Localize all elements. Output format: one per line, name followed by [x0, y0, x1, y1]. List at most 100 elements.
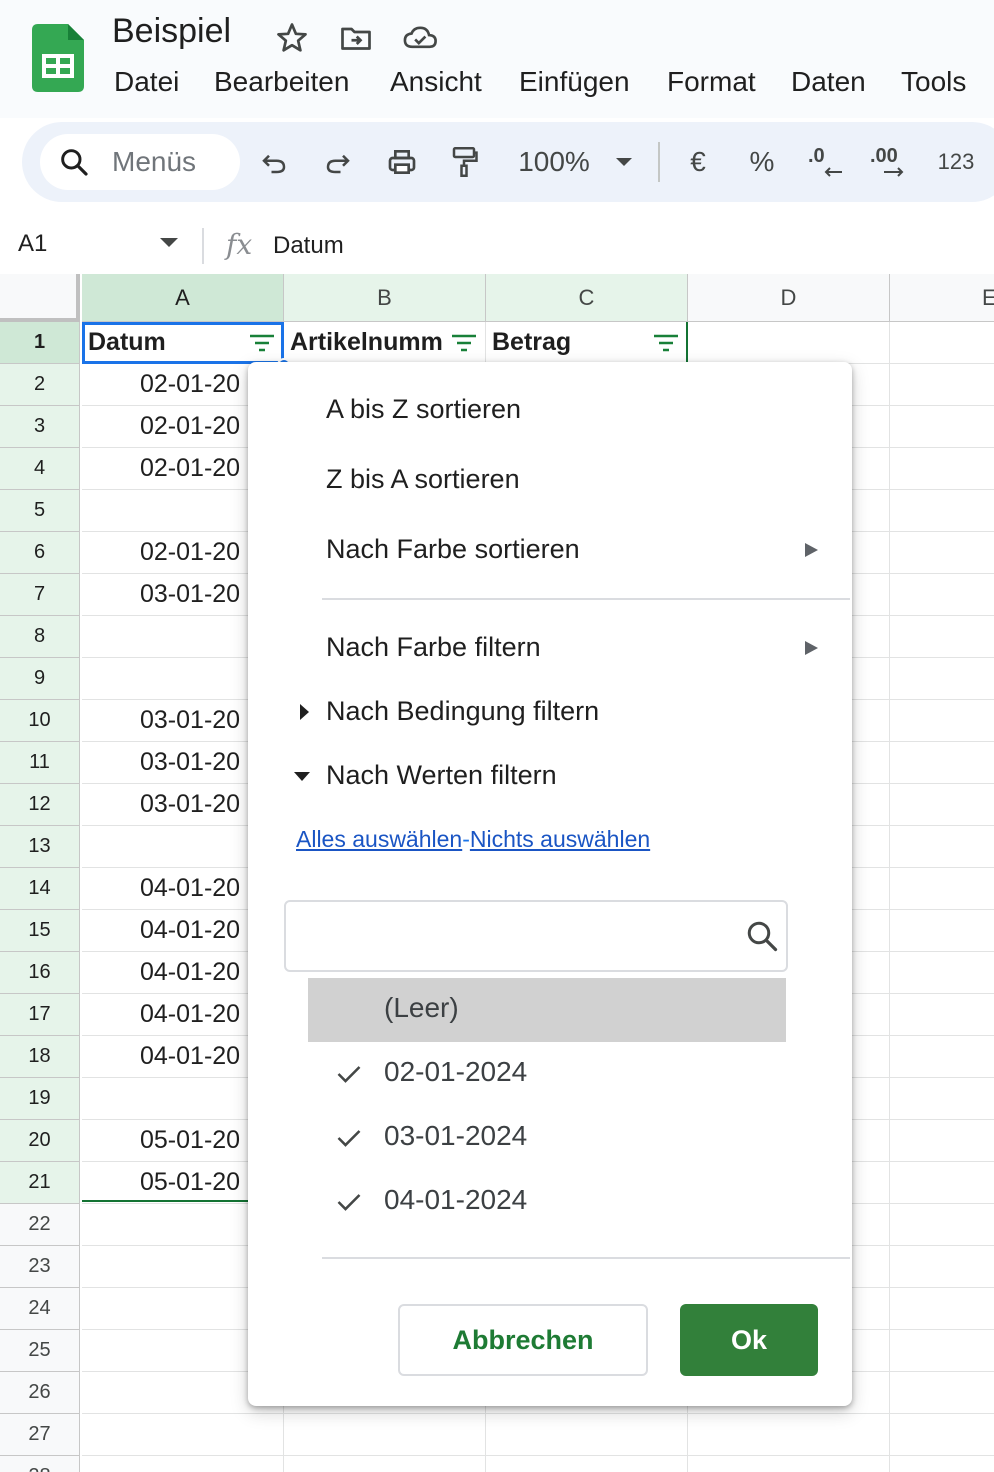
row-header-20[interactable]: 20	[0, 1120, 80, 1162]
cell-e12[interactable]	[890, 784, 994, 826]
row-header-21[interactable]: 21	[0, 1162, 80, 1204]
value-option-04-01-2024[interactable]: 04-01-2024	[308, 1170, 786, 1234]
cell-e17[interactable]	[890, 994, 994, 1036]
column-header-d[interactable]: D	[688, 274, 890, 322]
cell-e7[interactable]	[890, 574, 994, 616]
value-option-empty[interactable]: (Leer)	[308, 978, 786, 1042]
cell-c1[interactable]: Betrag	[486, 322, 688, 364]
menu-einfuegen[interactable]: Einfügen	[519, 66, 630, 98]
value-search-input[interactable]	[284, 900, 788, 972]
row-header-8[interactable]: 8	[0, 616, 80, 658]
collapse-caret-icon[interactable]	[294, 772, 310, 781]
row-header-24[interactable]: 24	[0, 1288, 80, 1330]
filter-by-values[interactable]: Nach Werten filtern	[326, 760, 557, 791]
row-header-27[interactable]: 27	[0, 1414, 80, 1456]
cell-e28[interactable]	[890, 1456, 994, 1472]
cell-e8[interactable]	[890, 616, 994, 658]
cancel-button[interactable]: Abbrechen	[398, 1304, 648, 1376]
cell-e15[interactable]	[890, 910, 994, 952]
row-header-26[interactable]: 26	[0, 1372, 80, 1414]
row-header-25[interactable]: 25	[0, 1330, 80, 1372]
row-header-13[interactable]: 13	[0, 826, 80, 868]
sort-z-to-a[interactable]: Z bis A sortieren	[326, 464, 520, 495]
row-header-14[interactable]: 14	[0, 868, 80, 910]
increase-decimals-button[interactable]: .00	[870, 142, 910, 182]
filter-icon[interactable]	[653, 334, 679, 352]
cell-e20[interactable]	[890, 1120, 994, 1162]
cell-b27[interactable]	[284, 1414, 486, 1456]
row-header-17[interactable]: 17	[0, 994, 80, 1036]
value-option-02-01-2024[interactable]: 02-01-2024	[308, 1042, 786, 1106]
filter-by-color[interactable]: Nach Farbe filtern	[326, 632, 541, 663]
row-header-7[interactable]: 7	[0, 574, 80, 616]
expand-caret-icon[interactable]	[300, 704, 309, 720]
cell-e24[interactable]	[890, 1288, 994, 1330]
move-to-folder-icon[interactable]	[338, 20, 374, 56]
row-header-9[interactable]: 9	[0, 658, 80, 700]
cell-e6[interactable]	[890, 532, 994, 574]
cell-e25[interactable]	[890, 1330, 994, 1372]
select-all-link[interactable]: Alles auswählen	[296, 826, 462, 852]
row-header-22[interactable]: 22	[0, 1204, 80, 1246]
menu-bearbeiten[interactable]: Bearbeiten	[214, 66, 349, 98]
menu-ansicht[interactable]: Ansicht	[390, 66, 482, 98]
name-box[interactable]: A1	[18, 230, 47, 258]
cell-a28[interactable]	[82, 1456, 284, 1472]
print-icon[interactable]	[382, 142, 422, 182]
column-header-e[interactable]: E	[890, 274, 994, 322]
paint-format-icon[interactable]	[446, 142, 482, 182]
zoom-select[interactable]: 100%	[514, 142, 594, 182]
filter-by-condition[interactable]: Nach Bedingung filtern	[326, 696, 599, 727]
cell-e22[interactable]	[890, 1204, 994, 1246]
cell-e2[interactable]	[890, 364, 994, 406]
cell-e19[interactable]	[890, 1078, 994, 1120]
name-box-dropdown-icon[interactable]	[160, 238, 178, 247]
chevron-down-icon[interactable]	[612, 142, 636, 182]
cell-e14[interactable]	[890, 868, 994, 910]
cell-e4[interactable]	[890, 448, 994, 490]
document-title[interactable]: Beispiel	[112, 12, 231, 51]
cell-e1[interactable]	[890, 322, 994, 364]
cell-e10[interactable]	[890, 700, 994, 742]
cell-d28[interactable]	[688, 1456, 890, 1472]
row-header-10[interactable]: 10	[0, 700, 80, 742]
row-header-28[interactable]: 28	[0, 1456, 80, 1472]
cell-a27[interactable]	[82, 1414, 284, 1456]
cell-e3[interactable]	[890, 406, 994, 448]
cell-e27[interactable]	[890, 1414, 994, 1456]
column-header-c[interactable]: C	[486, 274, 688, 322]
row-header-23[interactable]: 23	[0, 1246, 80, 1288]
column-header-b[interactable]: B	[284, 274, 486, 322]
row-header-16[interactable]: 16	[0, 952, 80, 994]
cell-d27[interactable]	[688, 1414, 890, 1456]
column-header-a[interactable]: A	[82, 274, 284, 322]
decrease-decimals-button[interactable]: .0	[806, 142, 846, 182]
row-header-5[interactable]: 5	[0, 490, 80, 532]
star-icon[interactable]	[274, 20, 310, 56]
cell-e26[interactable]	[890, 1372, 994, 1414]
row-header-3[interactable]: 3	[0, 406, 80, 448]
cell-b1[interactable]: Artikelnumm	[284, 322, 486, 364]
cell-e23[interactable]	[890, 1246, 994, 1288]
formula-input[interactable]: Datum	[273, 232, 344, 260]
cell-b28[interactable]	[284, 1456, 486, 1472]
sort-a-to-z[interactable]: A bis Z sortieren	[326, 394, 521, 425]
menu-search[interactable]: Menüs	[40, 134, 240, 190]
cell-e9[interactable]	[890, 658, 994, 700]
cell-c28[interactable]	[486, 1456, 688, 1472]
row-header-15[interactable]: 15	[0, 910, 80, 952]
cell-e11[interactable]	[890, 742, 994, 784]
row-header-11[interactable]: 11	[0, 742, 80, 784]
row-header-2[interactable]: 2	[0, 364, 80, 406]
select-all-corner[interactable]	[0, 274, 80, 322]
menu-daten[interactable]: Daten	[791, 66, 866, 98]
undo-icon[interactable]	[256, 142, 292, 182]
row-header-12[interactable]: 12	[0, 784, 80, 826]
sort-by-color[interactable]: Nach Farbe sortieren	[326, 534, 580, 565]
cloud-saved-icon[interactable]	[402, 20, 438, 56]
filter-icon[interactable]	[451, 334, 477, 352]
menu-datei[interactable]: Datei	[114, 66, 179, 98]
cell-e18[interactable]	[890, 1036, 994, 1078]
row-header-1[interactable]: 1	[0, 322, 80, 364]
cell-d1[interactable]	[688, 322, 890, 364]
